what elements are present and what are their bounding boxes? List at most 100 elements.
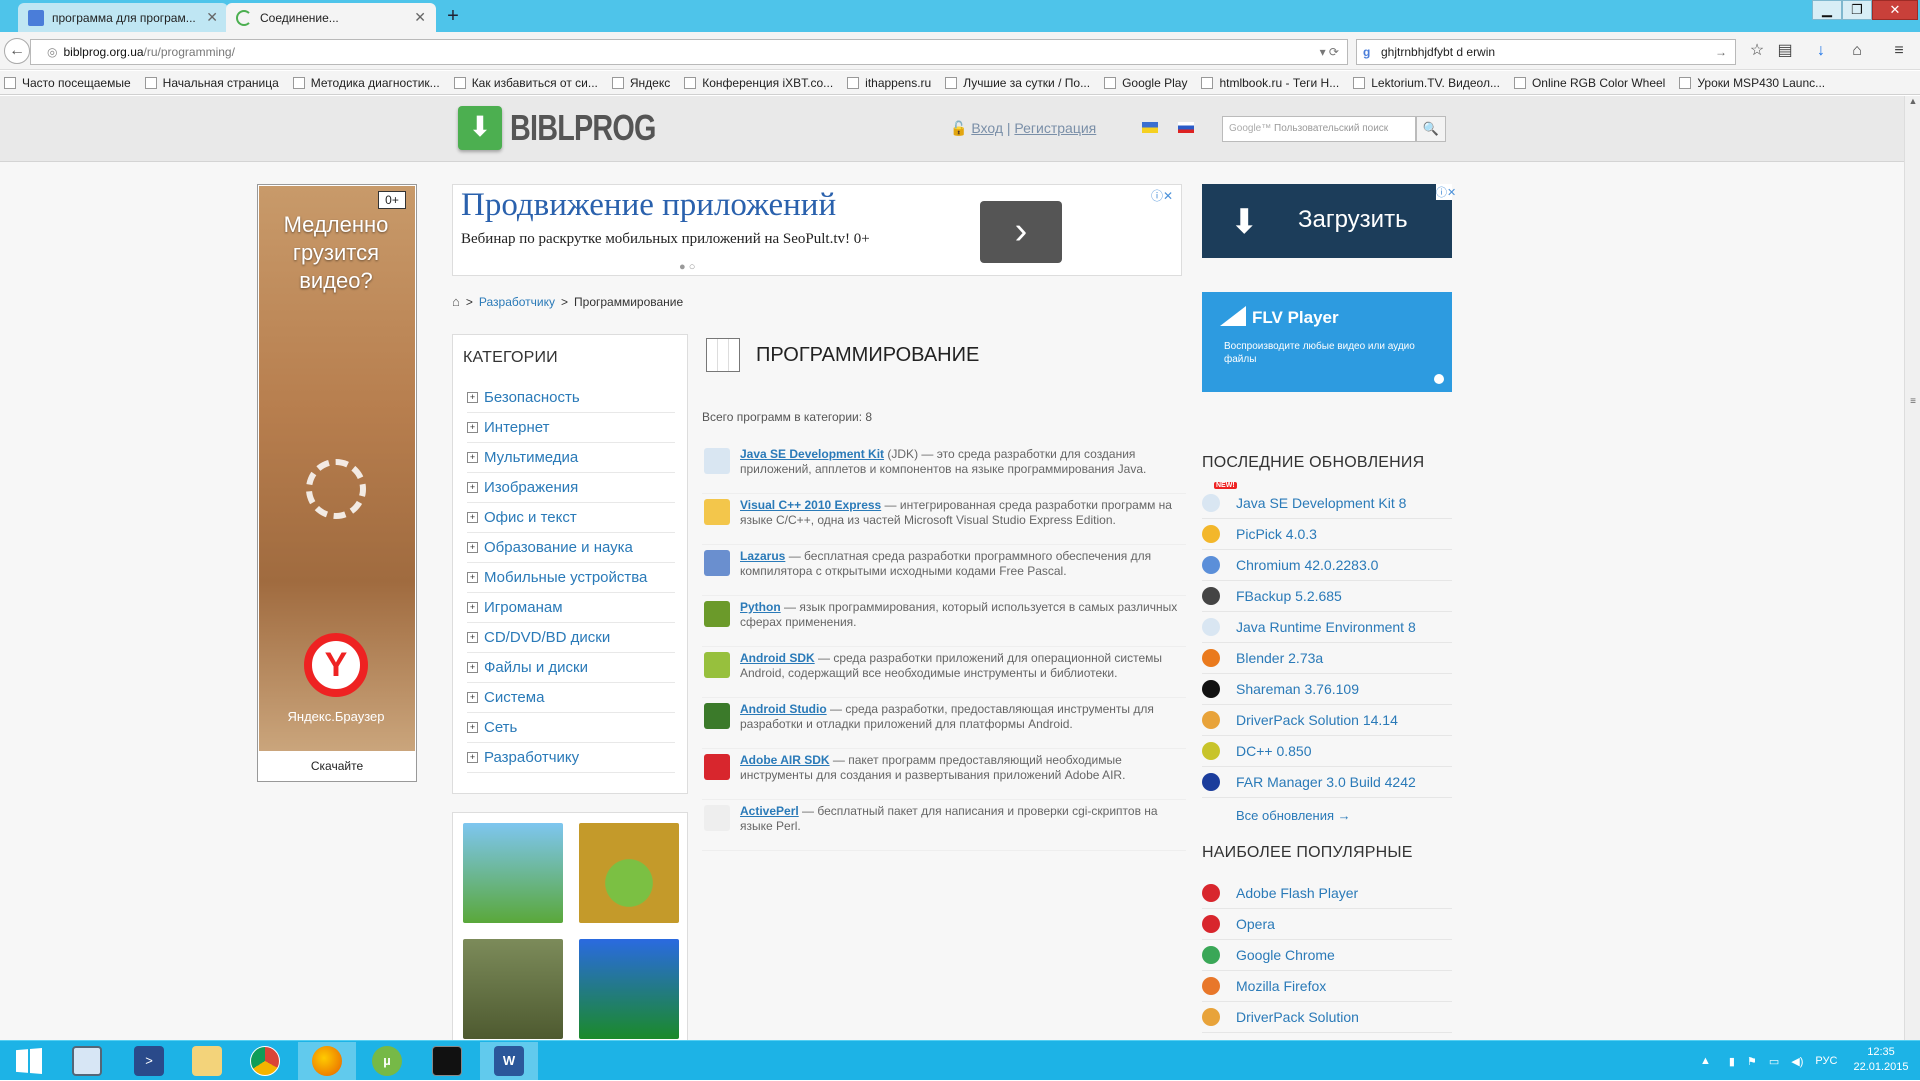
- software-item[interactable]: DC++ 0.850: [1202, 736, 1452, 767]
- expand-plus-icon[interactable]: +: [467, 752, 478, 763]
- category-item[interactable]: + Образование и наука: [467, 533, 675, 563]
- back-button[interactable]: ←: [4, 38, 30, 64]
- expand-plus-icon[interactable]: +: [467, 482, 478, 493]
- bookmark-item[interactable]: Уроки MSP430 Launc...: [1679, 76, 1825, 90]
- bookmark-item[interactable]: Google Play: [1104, 76, 1187, 90]
- program-link[interactable]: Visual C++ 2010 Express: [740, 498, 881, 512]
- download-icon[interactable]: ↓: [1810, 40, 1832, 62]
- ad-yandex-browser[interactable]: 0+ Медленно грузится видео? Y Яндекс.Бра…: [257, 184, 417, 782]
- home-icon[interactable]: ⌂: [1846, 40, 1868, 62]
- category-item[interactable]: + Безопасность: [467, 383, 675, 413]
- ad-pager-dots[interactable]: ● ○: [679, 261, 695, 273]
- expand-plus-icon[interactable]: +: [467, 422, 478, 433]
- volume-icon[interactable]: ◀): [1791, 1055, 1803, 1068]
- program-link[interactable]: ActivePerl: [740, 804, 799, 818]
- bookmark-item[interactable]: Начальная страница: [144, 76, 279, 90]
- software-item[interactable]: Adobe Flash Player: [1202, 878, 1452, 909]
- ad-download[interactable]: ⬇ Загрузить ⓘ✕: [1202, 184, 1456, 258]
- taskbar-utorrent-app[interactable]: µ: [358, 1042, 416, 1080]
- tank-game-tile[interactable]: [463, 939, 563, 1039]
- category-item[interactable]: + Система: [467, 683, 675, 713]
- search-bar[interactable]: g ghjtrnbhjdfybt d erwin →: [1356, 39, 1736, 65]
- new-tab-button[interactable]: +: [442, 5, 464, 27]
- expand-plus-icon[interactable]: +: [467, 632, 478, 643]
- program-link[interactable]: Java SE Development Kit: [740, 447, 884, 461]
- close-tab-icon[interactable]: ✕: [206, 9, 218, 26]
- minecraft-game-tile[interactable]: [579, 939, 679, 1039]
- page-scrollbar[interactable]: ▲ ≡: [1904, 96, 1920, 1040]
- bookmark-item[interactable]: Лучшие за сутки / По...: [945, 76, 1090, 90]
- plants-vs-zombies-tile[interactable]: [463, 823, 563, 923]
- url-bar[interactable]: ◎ biblprog.org.ua/ru/programming/ ▾ ⟳: [30, 39, 1348, 65]
- category-item[interactable]: + CD/DVD/BD диски: [467, 623, 675, 653]
- expand-plus-icon[interactable]: +: [467, 392, 478, 403]
- software-item[interactable]: DriverPack Solution: [1202, 1002, 1452, 1033]
- category-item[interactable]: + Изображения: [467, 473, 675, 503]
- ad-arrow-button[interactable]: ›: [980, 201, 1062, 263]
- network-icon[interactable]: ▮: [1729, 1055, 1735, 1068]
- expand-plus-icon[interactable]: +: [467, 602, 478, 613]
- category-item[interactable]: + Игроманам: [467, 593, 675, 623]
- bookmark-item[interactable]: Online RGB Color Wheel: [1513, 76, 1665, 90]
- breadcrumb-parent-link[interactable]: Разработчику: [479, 295, 555, 309]
- bookmark-item[interactable]: htmlbook.ru - Теги Н...: [1201, 76, 1339, 90]
- software-item[interactable]: Blender 2.73a: [1202, 643, 1452, 674]
- site-search-input[interactable]: Google™ Пользовательский поиск: [1222, 116, 1416, 142]
- ad-download-button[interactable]: Скачайте: [258, 751, 416, 781]
- tab-connecting[interactable]: Соединение... ✕: [226, 3, 436, 32]
- program-link[interactable]: Python: [740, 600, 781, 614]
- reload-icon[interactable]: ▾ ⟳: [1312, 45, 1347, 59]
- software-item[interactable]: PicPick 4.0.3: [1202, 519, 1452, 550]
- category-item[interactable]: + Сеть: [467, 713, 675, 743]
- scroll-up-icon[interactable]: ▲: [1908, 96, 1918, 112]
- expand-plus-icon[interactable]: +: [467, 662, 478, 673]
- expand-plus-icon[interactable]: +: [467, 572, 478, 583]
- bookmark-item[interactable]: Часто посещаемые: [4, 76, 131, 90]
- expand-plus-icon[interactable]: +: [467, 452, 478, 463]
- software-item[interactable]: Shareman 3.76.109: [1202, 674, 1452, 705]
- category-item[interactable]: + Мобильные устройства: [467, 563, 675, 593]
- category-item[interactable]: + Офис и текст: [467, 503, 675, 533]
- register-link[interactable]: Регистрация: [1014, 120, 1096, 136]
- ad-info-icon[interactable]: ⓘ✕: [1436, 184, 1456, 200]
- login-link[interactable]: Вход: [971, 120, 1003, 136]
- taskbar-firefox-app[interactable]: [298, 1042, 356, 1080]
- bookmark-item[interactable]: Методика диагностик...: [292, 76, 440, 90]
- category-item[interactable]: + Интернет: [467, 413, 675, 443]
- reading-list-icon[interactable]: ▤: [1774, 40, 1796, 62]
- flag-icon[interactable]: ⚑: [1747, 1055, 1757, 1068]
- tray-expand-icon[interactable]: ▲: [1700, 1055, 1711, 1067]
- expand-plus-icon[interactable]: +: [467, 542, 478, 553]
- bookmark-item[interactable]: Яндекс: [611, 76, 670, 90]
- taskbar-chrome-app[interactable]: [236, 1042, 294, 1080]
- program-link[interactable]: Android SDK: [740, 651, 815, 665]
- start-button[interactable]: [0, 1042, 58, 1080]
- program-link[interactable]: Lazarus: [740, 549, 785, 563]
- search-go-icon[interactable]: →: [1715, 45, 1735, 59]
- bookmark-item[interactable]: Как избавиться от си...: [453, 76, 598, 90]
- site-logo[interactable]: ⬇ BIBLPROG: [458, 106, 692, 150]
- ukrainian-flag-icon[interactable]: [1142, 122, 1158, 133]
- software-item[interactable]: Chromium 42.0.2283.0: [1202, 550, 1452, 581]
- system-clock[interactable]: 12:35 22.01.2015: [1846, 1045, 1916, 1075]
- close-window-button[interactable]: ✕: [1872, 0, 1918, 20]
- taskbar-terminal-app[interactable]: [418, 1042, 476, 1080]
- russian-flag-icon[interactable]: [1178, 122, 1194, 133]
- taskbar-powershell-app[interactable]: >: [120, 1042, 178, 1080]
- minimize-button[interactable]: ▁: [1812, 0, 1842, 20]
- expand-plus-icon[interactable]: +: [467, 512, 478, 523]
- taskbar-explorer-app[interactable]: [58, 1042, 116, 1080]
- expand-plus-icon[interactable]: +: [467, 722, 478, 733]
- software-item[interactable]: DriverPack Solution 14.14: [1202, 705, 1452, 736]
- category-item[interactable]: + Файлы и диски: [467, 653, 675, 683]
- taskbar-word-app[interactable]: W: [480, 1042, 538, 1080]
- home-icon[interactable]: ⌂: [452, 294, 460, 309]
- software-item[interactable]: FBackup 5.2.685: [1202, 581, 1452, 612]
- bookmark-star-icon[interactable]: ☆: [1746, 40, 1768, 62]
- category-item[interactable]: + Мультимедиа: [467, 443, 675, 473]
- software-item[interactable]: Java SE Development Kit 8 NEW!: [1202, 482, 1452, 519]
- software-item[interactable]: Google Chrome: [1202, 940, 1452, 971]
- software-item[interactable]: Opera: [1202, 909, 1452, 940]
- menu-icon[interactable]: ≡: [1888, 40, 1910, 62]
- battery-icon[interactable]: ▭: [1769, 1055, 1779, 1068]
